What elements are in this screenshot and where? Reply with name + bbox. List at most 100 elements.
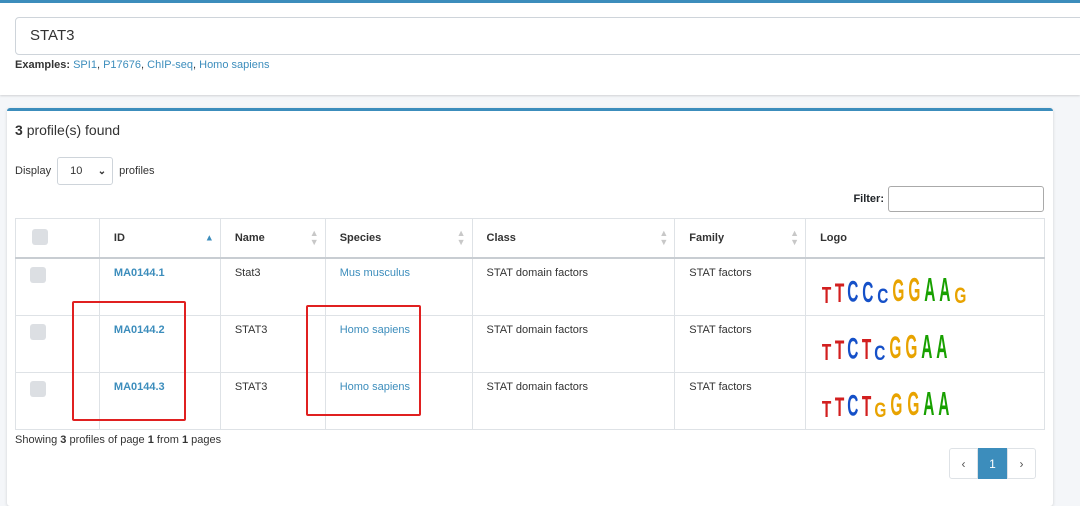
- logo-letter: G: [906, 384, 919, 422]
- table-header-row: ID ▲ Name ▲ ▼ Species ▲ ▼ Class ▲ ▼ Family ▲ ▼ Lo…: [15, 218, 1045, 259]
- logo-letter: G: [892, 272, 904, 309]
- page-length-value: 10: [70, 165, 83, 177]
- sequence-logo[interactable]: TTCTGGGAA: [820, 381, 950, 421]
- info-text: from: [156, 434, 179, 446]
- logo-letter: A: [924, 271, 935, 309]
- example-link-spi1[interactable]: SPI1: [73, 59, 97, 71]
- column-header-label: Family: [689, 232, 725, 244]
- logo-letter: T: [821, 395, 831, 422]
- previous-page-button[interactable]: ‹: [949, 448, 978, 479]
- info-page: 1: [147, 434, 154, 446]
- sort-ascending-icon: ▲: [204, 232, 214, 243]
- class-cell: STAT domain factors: [471, 257, 676, 316]
- examples-label: Examples:: [15, 59, 71, 71]
- class-cell: STAT domain factors: [471, 314, 676, 373]
- sort-icon: ▲ ▼: [456, 228, 466, 247]
- sort-icon: ▲ ▼: [790, 228, 800, 247]
- sort-icon: ▲ ▼: [309, 228, 319, 247]
- column-header-name[interactable]: Name ▲ ▼: [219, 218, 326, 259]
- logo-letter: T: [861, 389, 871, 422]
- family-cell: STAT factors: [674, 314, 807, 373]
- logo-cell: TTCTGGGAA: [805, 371, 1045, 430]
- profile-id-link[interactable]: MA0144.1: [114, 267, 165, 279]
- logo-letter: G: [889, 328, 902, 365]
- info-count: 3: [60, 434, 67, 446]
- logo-letter: C: [874, 340, 886, 365]
- filter-input[interactable]: [888, 186, 1044, 212]
- column-header-species[interactable]: Species ▲ ▼: [324, 218, 473, 259]
- display-length: Display 10 ⌄ profiles: [15, 157, 155, 185]
- pagination: ‹ 1 ›: [949, 448, 1036, 479]
- logo-cell: TTCTCGGAA: [805, 314, 1045, 373]
- column-header-label: Species: [339, 232, 382, 244]
- highlight-box-species: [306, 305, 421, 416]
- chevron-right-icon: ›: [1019, 456, 1024, 471]
- species-link[interactable]: Mus musculus: [340, 267, 410, 279]
- logo-letter: C: [847, 331, 858, 365]
- column-header-logo: Logo: [805, 218, 1045, 259]
- logo-letter: C: [862, 275, 873, 309]
- profiles-label: profiles: [119, 165, 155, 177]
- info-text: Showing: [15, 434, 58, 446]
- logo-letter: C: [847, 274, 858, 309]
- select-all-checkbox[interactable]: [32, 228, 48, 245]
- family-cell: STAT factors: [674, 371, 807, 430]
- column-header-family[interactable]: Family ▲ ▼: [674, 218, 807, 259]
- sort-icon: ▲ ▼: [659, 228, 669, 247]
- next-page-button[interactable]: ›: [1007, 448, 1036, 479]
- logo-letter: G: [954, 283, 966, 308]
- info-text: pages: [191, 434, 222, 446]
- logo-letter: G: [908, 271, 920, 309]
- column-header-label: ID: [113, 232, 125, 244]
- row-checkbox[interactable]: [30, 323, 46, 340]
- search-card: STAT3 Examples: SPI1, P17676, ChIP-seq, …: [0, 0, 1080, 95]
- logo-cell: TTCCCGGAAG: [805, 257, 1045, 316]
- logo-letter: A: [937, 384, 949, 422]
- logo-letter: C: [847, 388, 858, 422]
- info-pages: 1: [181, 434, 189, 446]
- logo-letter: A: [936, 327, 948, 365]
- logo-letter: A: [922, 384, 934, 422]
- column-header-class[interactable]: Class ▲ ▼: [471, 218, 676, 259]
- display-label: Display: [15, 165, 52, 177]
- page-length-select[interactable]: 10 ⌄: [57, 157, 114, 185]
- class-cell: STAT domain factors: [471, 371, 676, 430]
- example-link-chip-seq[interactable]: ChIP-seq: [147, 59, 193, 71]
- logo-letter: A: [921, 327, 933, 365]
- logo-letter: T: [821, 338, 831, 365]
- table-info: Showing 3 profiles of page 1 from 1 page…: [15, 434, 221, 446]
- sequence-logo[interactable]: TTCCCGGAAG: [820, 267, 968, 307]
- logo-letter: T: [834, 334, 844, 365]
- row-checkbox[interactable]: [30, 267, 46, 283]
- logo-letter: T: [834, 391, 844, 422]
- family-cell: STAT factors: [674, 257, 807, 316]
- examples: Examples: SPI1, P17676, ChIP-seq, Homo s…: [15, 59, 270, 71]
- filter: Filter:: [853, 186, 1044, 212]
- logo-letter: T: [861, 332, 871, 365]
- results-count-label: profile(s) found: [26, 122, 121, 138]
- info-text: profiles of page: [69, 434, 145, 446]
- logo-letter: T: [821, 281, 831, 309]
- column-header-label: Logo: [820, 232, 847, 244]
- results-count: 3 profile(s) found: [15, 122, 120, 138]
- chevron-down-icon: ⌄: [97, 165, 107, 177]
- search-input[interactable]: STAT3: [15, 17, 1080, 55]
- results-count-number: 3: [15, 122, 23, 138]
- chevron-left-icon: ‹: [961, 456, 966, 471]
- filter-label: Filter:: [853, 193, 884, 205]
- select-all-header[interactable]: [15, 218, 100, 259]
- logo-letter: T: [834, 278, 844, 309]
- sequence-logo[interactable]: TTCTCGGAA: [820, 324, 949, 364]
- column-header-id[interactable]: ID ▲: [98, 218, 221, 259]
- logo-letter: G: [890, 385, 903, 422]
- logo-letter: G: [905, 327, 918, 365]
- highlight-box-id: [72, 301, 186, 421]
- column-header-label: Class: [486, 232, 516, 244]
- row-checkbox[interactable]: [30, 380, 46, 397]
- logo-letter: C: [876, 284, 888, 308]
- page-1-button[interactable]: 1: [978, 448, 1007, 479]
- logo-letter: G: [874, 397, 887, 422]
- example-link-homo-sapiens[interactable]: Homo sapiens: [199, 59, 269, 71]
- column-header-label: Name: [234, 232, 265, 244]
- example-link-p17676[interactable]: P17676: [103, 59, 141, 71]
